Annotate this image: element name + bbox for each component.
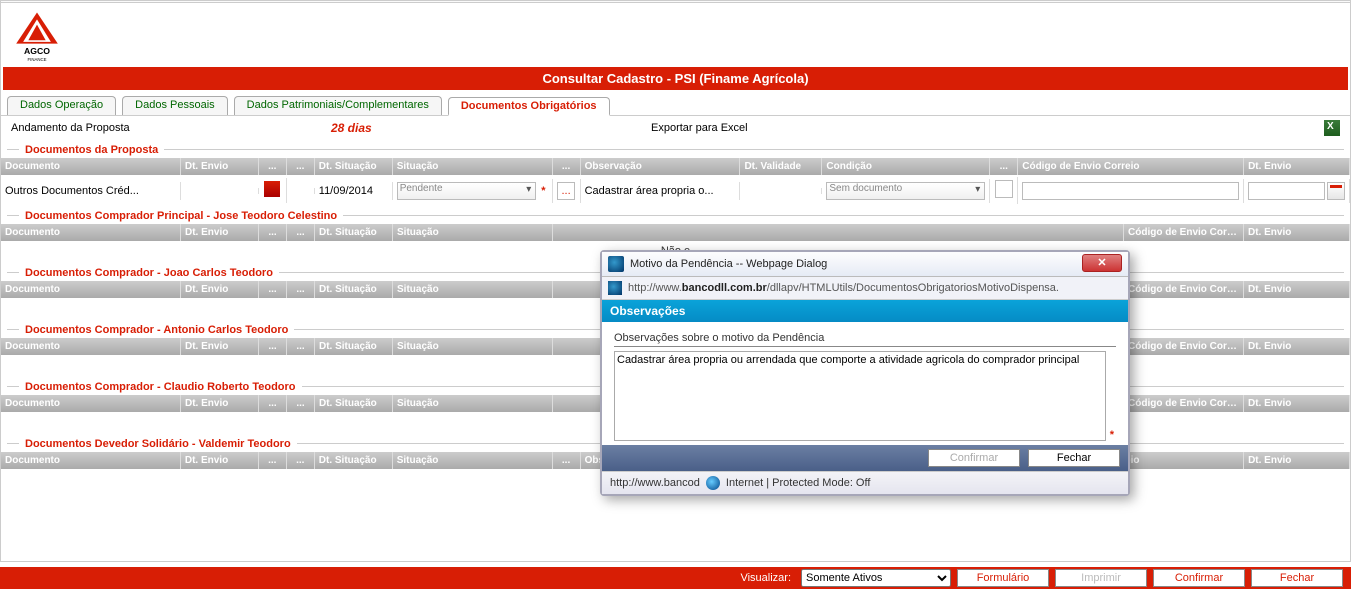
cell-observacao: Cadastrar área propria o... bbox=[581, 182, 741, 200]
col-situacao: Situação bbox=[393, 158, 553, 175]
required-star: * bbox=[1108, 429, 1116, 441]
grid-header-proposta: Documento Dt. Envio ... ... Dt. Situação… bbox=[1, 158, 1350, 175]
cell-situacao: Pendente * bbox=[393, 179, 553, 203]
visualizar-select[interactable]: Somente Ativos bbox=[801, 569, 951, 587]
section-comprador-principal: Documentos Comprador Principal - Jose Te… bbox=[1, 206, 1350, 224]
col-condicao: Condição bbox=[822, 158, 990, 175]
ie-icon bbox=[608, 256, 624, 272]
proposta-row-1: Outros Documentos Créd... 11/09/2014 Pen… bbox=[1, 175, 1350, 206]
dialog-status-bar: http://www.bancod Internet | Protected M… bbox=[602, 471, 1128, 494]
col-dt-envio2: Dt. Envio bbox=[1244, 158, 1350, 175]
dialog-observacoes-label: Observações sobre o motivo da Pendência bbox=[614, 332, 1116, 347]
required-star: * bbox=[539, 185, 547, 197]
confirmar-button[interactable]: Confirmar bbox=[1153, 569, 1245, 587]
dialog-body: Observações sobre o motivo da Pendência … bbox=[602, 322, 1128, 445]
col-codigo-envio: Código de Envio Correio bbox=[1018, 158, 1244, 175]
ie-icon bbox=[608, 281, 622, 295]
dt-envio2-input[interactable] bbox=[1248, 182, 1325, 200]
dialog-title: Motivo da Pendência -- Webpage Dialog bbox=[630, 258, 827, 270]
tab-dados-operacao[interactable]: Dados Operação bbox=[7, 96, 116, 115]
svg-text:FINANCE: FINANCE bbox=[28, 57, 47, 61]
cell-obs-btn[interactable]: ... bbox=[553, 179, 581, 203]
codigo-envio-input[interactable] bbox=[1022, 182, 1239, 200]
cell-dt-envio bbox=[181, 188, 259, 194]
dialog-observacoes-header: Observações bbox=[602, 300, 1128, 322]
globe-icon bbox=[706, 476, 720, 490]
exportar-excel-label: Exportar para Excel bbox=[651, 122, 1094, 134]
dialog-fechar-button[interactable]: Fechar bbox=[1028, 449, 1120, 467]
col-dt-validade: Dt. Validade bbox=[740, 158, 822, 175]
condicao-select[interactable]: Sem documento bbox=[826, 182, 985, 200]
dialog-confirmar-button[interactable]: Confirmar bbox=[928, 449, 1020, 467]
situacao-select[interactable]: Pendente bbox=[397, 182, 537, 200]
cell-documento: Outros Documentos Créd... bbox=[1, 182, 181, 200]
col-ellipsis-2: ... bbox=[287, 158, 315, 175]
dialog-url-text: http://www.bancodll.com.br/dllapv/HTMLUt… bbox=[628, 282, 1059, 294]
visualizar-label: Visualizar: bbox=[740, 572, 791, 584]
dialog-button-row: Confirmar Fechar bbox=[602, 445, 1128, 471]
header-area: AGCO FINANCE bbox=[1, 3, 1350, 63]
grid-header-cp: Documento Dt. Envio ... ... Dt. Situação… bbox=[1, 224, 1350, 241]
cell-dt-situacao: 11/09/2014 bbox=[315, 182, 393, 200]
col-documento: Documento bbox=[1, 158, 181, 175]
ellipsis-button-icon: ... bbox=[557, 182, 575, 200]
svg-text:AGCO: AGCO bbox=[24, 46, 50, 56]
tab-dados-pessoais[interactable]: Dados Pessoais bbox=[122, 96, 228, 115]
dialog-status-zone: Internet | Protected Mode: Off bbox=[726, 477, 871, 489]
calendar-icon[interactable] bbox=[1327, 182, 1345, 200]
cell-dt-validade bbox=[740, 188, 822, 194]
col-ellipsis-3: ... bbox=[553, 158, 581, 175]
bottom-action-bar: Visualizar: Somente Ativos Formulário Im… bbox=[0, 567, 1351, 589]
section-documentos-proposta: Documentos da Proposta bbox=[1, 140, 1350, 158]
dias-value: 28 dias bbox=[331, 121, 651, 135]
checkbox-icon bbox=[995, 180, 1013, 198]
col-ellipsis-1: ... bbox=[259, 158, 287, 175]
motivo-pendencia-dialog: Motivo da Pendência -- Webpage Dialog ✕ … bbox=[600, 250, 1130, 496]
cell-blank bbox=[287, 188, 315, 194]
excel-icon[interactable] bbox=[1324, 120, 1340, 136]
col-dt-situacao: Dt. Situação bbox=[315, 158, 393, 175]
dialog-status-host: http://www.bancod bbox=[610, 477, 700, 489]
dialog-close-button[interactable]: ✕ bbox=[1082, 254, 1122, 272]
tab-bar: Dados Operação Dados Pessoais Dados Patr… bbox=[1, 92, 1350, 116]
attachment-icon bbox=[264, 181, 280, 197]
andamento-label: Andamento da Proposta bbox=[11, 122, 331, 134]
page-title: Consultar Cadastro - PSI (Finame Agrícol… bbox=[542, 71, 808, 86]
page-title-bar: Consultar Cadastro - PSI (Finame Agrícol… bbox=[3, 67, 1348, 90]
col-ellipsis-4: ... bbox=[990, 158, 1018, 175]
cell-codigo-envio bbox=[1018, 179, 1244, 203]
imprimir-button[interactable]: Imprimir bbox=[1055, 569, 1147, 587]
dialog-url-bar: http://www.bancodll.com.br/dllapv/HTMLUt… bbox=[602, 277, 1128, 300]
observacoes-textarea[interactable]: Cadastrar área propria ou arrendada que … bbox=[614, 351, 1106, 441]
dialog-titlebar[interactable]: Motivo da Pendência -- Webpage Dialog ✕ bbox=[602, 252, 1128, 277]
col-dt-envio: Dt. Envio bbox=[181, 158, 259, 175]
subheader: Andamento da Proposta 28 dias Exportar p… bbox=[1, 116, 1350, 140]
cell-condicao: Sem documento bbox=[822, 179, 990, 203]
cell-dt-envio2 bbox=[1244, 179, 1350, 203]
fechar-button[interactable]: Fechar bbox=[1251, 569, 1343, 587]
agco-finance-logo: AGCO FINANCE bbox=[11, 9, 63, 61]
cell-attach-icon[interactable] bbox=[259, 178, 287, 203]
col-observacao: Observação bbox=[581, 158, 741, 175]
tab-documentos-obrigatorios[interactable]: Documentos Obrigatórios bbox=[448, 97, 610, 116]
formulario-button[interactable]: Formulário bbox=[957, 569, 1049, 587]
tab-dados-patrimoniais[interactable]: Dados Patrimoniais/Complementares bbox=[234, 96, 442, 115]
cell-checkbox[interactable] bbox=[990, 177, 1018, 204]
